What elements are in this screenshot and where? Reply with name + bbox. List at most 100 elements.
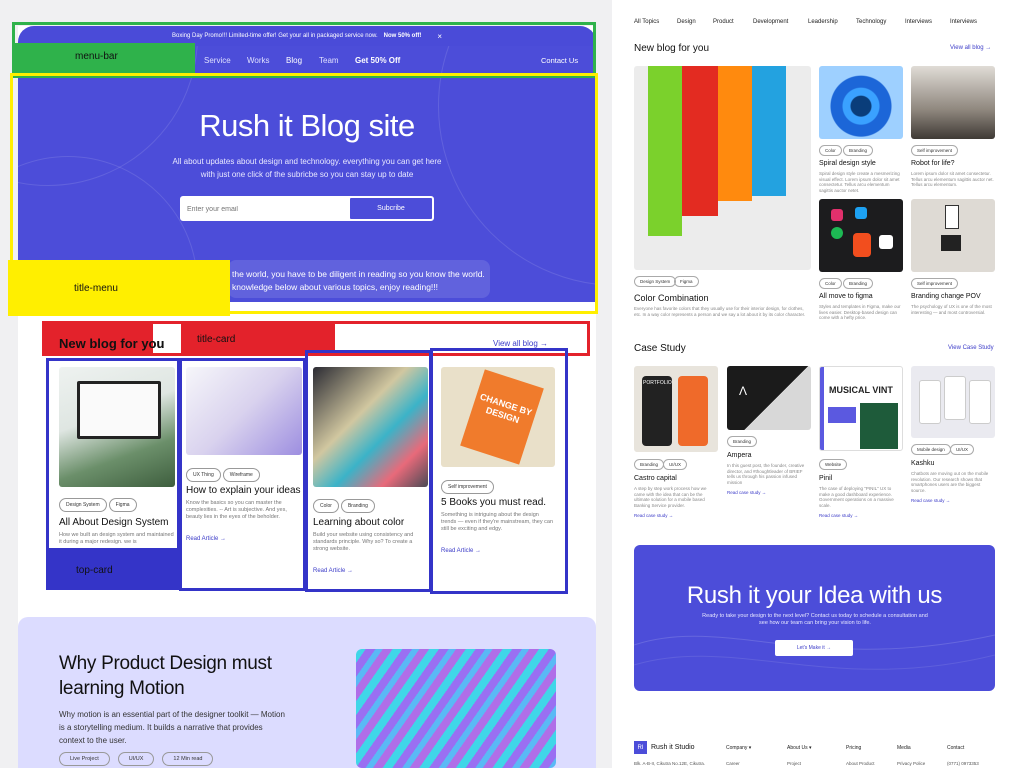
footer-link[interactable]: Privacy Police [897,761,925,766]
tag[interactable]: UI/UX [663,459,688,470]
close-icon[interactable]: × [437,32,442,41]
arrow-right-icon: → [220,536,227,542]
card-tags: Color Branding [313,494,377,513]
brand-address: Blk. A-B-II, Cikutra No.12E, Cikutra. [634,761,706,766]
read-case-link[interactable]: Read case study → [727,490,766,495]
tag[interactable]: Color [313,499,339,513]
hero-note-line2: knowledge below about various topics, en… [232,282,439,292]
topic-nav-item[interactable]: All Topics [634,19,659,25]
case-title: Kashku [911,460,935,467]
read-case-link[interactable]: Read case study → [911,498,950,503]
feature-desc: Why motion is an essential part of the d… [59,710,285,745]
topic-nav-item[interactable]: Interviews [905,19,932,25]
nav-blog[interactable]: Blog [286,56,302,65]
topic-nav-item[interactable]: Leadership [808,19,838,25]
tag[interactable]: UX Thing [186,468,221,482]
case-desc: The case of deploying "PINIL" UX to make… [819,486,894,508]
tag[interactable]: Branding [843,145,874,156]
hero-note-line1: the world, you have to be diligent in re… [232,269,485,279]
email-input[interactable] [187,202,347,216]
footer-col-title[interactable]: Company ▾ [726,745,751,751]
card-desc: How we built an design system and mainta… [59,532,174,545]
footer-col-title[interactable]: Media [897,745,911,751]
main-blog-desc: Everyone has favorite colors that they u… [634,306,806,317]
tag[interactable]: Color [819,278,842,289]
tag[interactable]: UI/UX [117,752,155,766]
card-title: How to explain your ideas [186,485,301,496]
blog-title: Robot for life? [911,160,955,167]
topic-nav-item[interactable]: Design [677,19,696,25]
read-article-link[interactable]: Read Article → [186,536,226,542]
footer-col-title[interactable]: Pricing [846,745,861,751]
label-text: menu-bar [75,51,118,62]
nav-contact[interactable]: Contact Us [541,56,578,65]
footer-col-title[interactable]: About Us ▾ [787,745,811,751]
tag[interactable]: Self improvement [441,480,494,494]
read-case-link[interactable]: Read case study → [819,513,858,518]
footer-col-title[interactable]: Contact [947,745,964,751]
tag[interactable]: Figma [674,276,699,287]
tag[interactable]: Branding [843,278,874,289]
card-title: Learning about color [313,517,405,528]
tag[interactable]: Live Project [59,752,110,766]
blog-image [819,66,903,139]
tag[interactable]: Design System [59,498,107,512]
nav-service[interactable]: Service [204,56,231,65]
footer-link[interactable]: (0771) 0973353 [947,761,979,766]
subscribe-button[interactable]: Subcribe [349,197,433,220]
top-card-label: top-card [46,548,180,590]
card-title: 5 Books you must read. [441,497,547,508]
tag[interactable]: Wireframe [222,468,260,482]
feature-title-line2: learning Motion [59,678,185,699]
blog-card[interactable]: CHANGE BY DESIGN Self improvement 5 Book… [441,367,555,567]
blog-card[interactable]: Color Branding Learning about color Build… [313,367,428,584]
footer-link[interactable]: About Product [846,761,875,766]
subscribe-form: Subcribe [180,196,434,221]
read-article-link[interactable]: Read Article → [441,548,481,554]
blog-card[interactable]: UX Thing Wireframe How to explain your id… [186,367,302,579]
tag[interactable]: Color [819,145,842,156]
blog-desc: Styles and templates in Figma, make our … [819,304,901,320]
topic-nav-item[interactable]: Technology [856,19,886,25]
tag[interactable]: Branding [340,499,375,513]
link-label: Read case study [819,513,853,518]
view-all-link[interactable]: View all blog → [950,45,991,51]
promo-bold: Now 50% off! [383,33,422,39]
tag[interactable]: Design System [634,276,677,287]
tag[interactable]: Branding [634,459,665,470]
link-label: Read case study [727,490,761,495]
view-all-link[interactable]: View all blog → [493,339,548,348]
case-image: Λ [727,366,811,430]
read-article-link[interactable]: Read Article → [313,568,353,574]
phone-mockup: PORTFOLIO [642,376,672,446]
tag[interactable]: Mobile design [911,444,951,455]
case-image: PORTFOLIO [634,366,718,452]
footer-link[interactable]: Project [787,761,801,766]
topic-nav-item[interactable]: Product [713,19,734,25]
topic-nav-item[interactable]: Interviews [950,19,977,25]
tag[interactable]: UI/UX [950,444,975,455]
tag[interactable]: Self improvement [911,145,959,156]
case-image-text: MUSICAL VINT [829,385,893,395]
view-case-link[interactable]: View Case Study [948,345,994,351]
footer-link[interactable]: Career [726,761,740,766]
brand-name[interactable]: Rush it Studio [651,744,695,751]
read-case-link[interactable]: Read case study → [634,513,673,518]
tag[interactable]: Website [819,459,848,470]
tag[interactable]: Self improvement [911,278,959,289]
nav-offer[interactable]: Get 50% Off [355,56,400,65]
blog-title: Spiral design style [819,160,876,167]
book-cover: CHANGE BY DESIGN [460,369,544,465]
card-desc: Build your website using consistency and… [313,532,414,552]
topic-nav-item[interactable]: Development [753,19,788,25]
nav-team[interactable]: Team [319,56,339,65]
cta-button[interactable]: Let's Make it → [775,640,853,656]
nav-works[interactable]: Works [247,56,270,65]
blog-card[interactable]: Design System Figma All About Design Syst… [59,367,175,548]
feature-title: Why Product Design must learning Motion [59,651,272,701]
label-text: top-card [76,565,113,576]
tag[interactable]: Figma [108,498,137,512]
tag[interactable]: 12 Min read [162,752,214,766]
card-title: All About Design System [59,517,169,528]
tag[interactable]: Branding [727,436,758,447]
